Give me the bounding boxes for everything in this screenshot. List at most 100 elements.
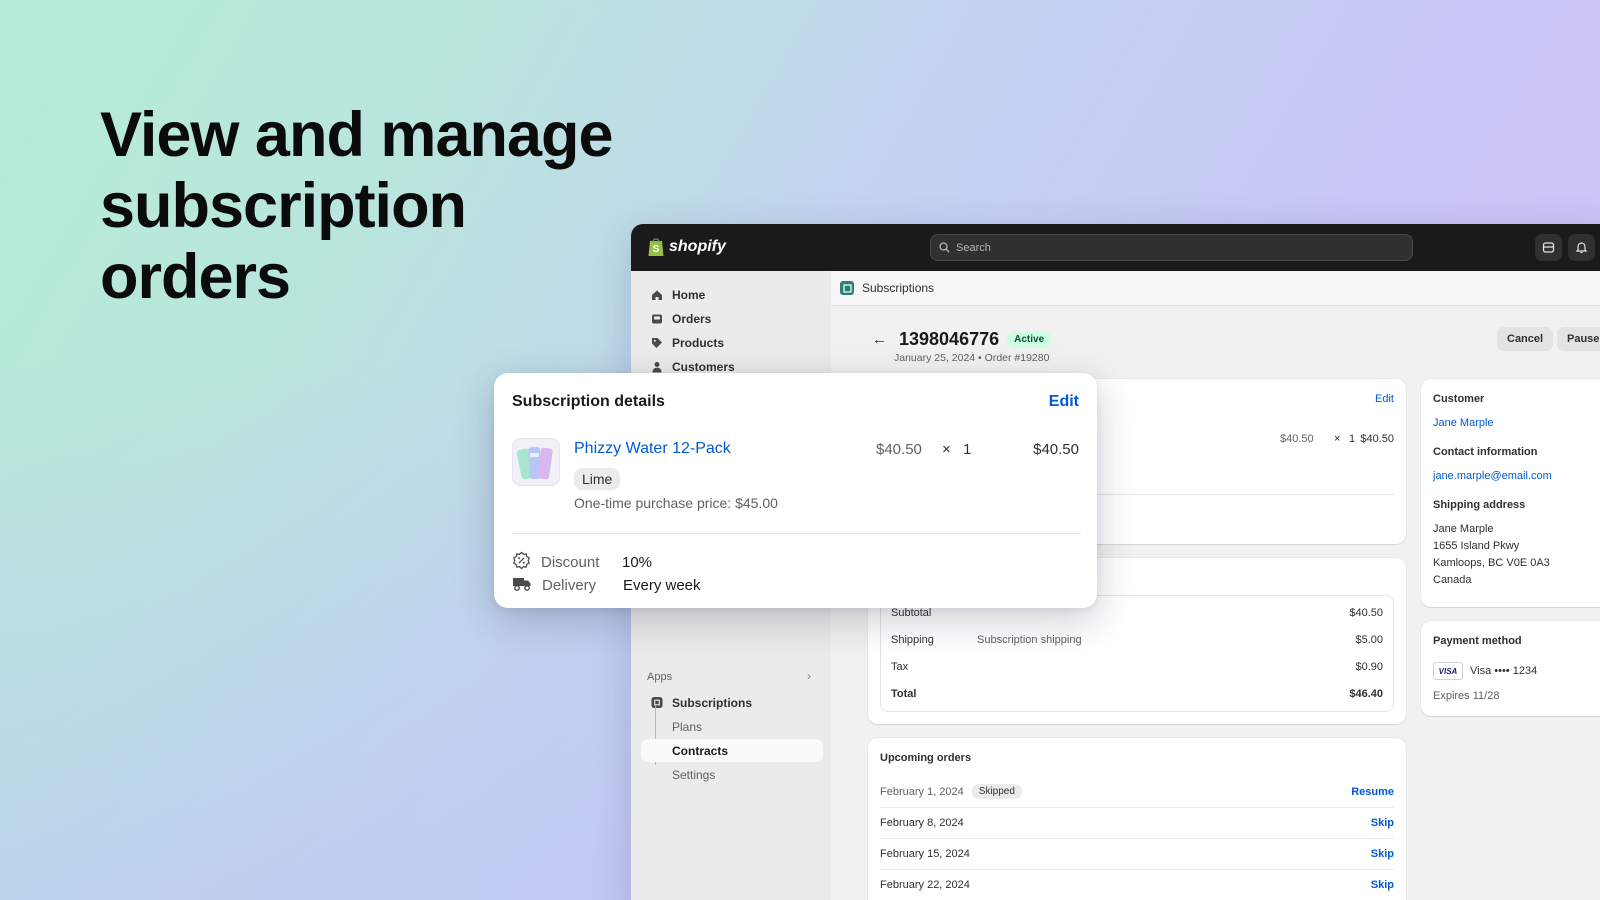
subscriptions-app-icon (840, 281, 854, 295)
subscriptions-app-icon (651, 696, 663, 709)
sidebar-item-label: Customers (672, 359, 735, 374)
unit-price: $40.50 (876, 441, 922, 458)
search-placeholder: Search (956, 241, 991, 254)
shopify-logo[interactable]: S shopify (647, 236, 726, 257)
upcoming-row: February 1, 2024 Skipped Resume (880, 776, 1394, 807)
payment-method-title: Payment method (1433, 635, 1522, 647)
brand-text: shopify (669, 237, 726, 255)
card-number: Visa •••• 1234 (1470, 665, 1538, 677)
line-qty: 1 (1349, 433, 1356, 445)
delivery-row: Delivery Every week (512, 575, 701, 596)
sidebar-item-label: Plans (672, 719, 703, 734)
tag-icon (651, 337, 663, 349)
address-line: Canada (1433, 574, 1472, 586)
edit-link[interactable]: Edit (1375, 393, 1394, 405)
summary-amount: $0.90 (1355, 661, 1383, 673)
sidebar-item-products[interactable]: Products (641, 331, 823, 354)
line-total: $40.50 (1360, 433, 1394, 445)
customer-name-link[interactable]: Jane Marple (1433, 417, 1494, 429)
one-time-price: One-time purchase price: $45.00 (574, 495, 778, 511)
upcoming-row: February 8, 2024 Skip (880, 807, 1394, 838)
product-name-link[interactable]: Phizzy Water 12-Pack (574, 440, 731, 458)
product-thumbnail[interactable] (512, 438, 560, 486)
inbox-icon (651, 313, 663, 325)
top-bar: S shopify Search (631, 224, 1600, 271)
payment-method-card: Payment method VISA Visa •••• 1234 Expir… (1421, 621, 1600, 716)
hero-headline: View and manage subscription orders (100, 100, 614, 312)
customer-card: Customer Jane Marple Contact information… (1421, 379, 1600, 607)
summary-label: Tax (891, 661, 909, 673)
discount-row: Discount 10% (512, 551, 652, 574)
skip-button[interactable]: Skip (1371, 817, 1394, 829)
summary-desc: Subscription shipping (977, 634, 1082, 646)
card-expiry: Expires 11/28 (1433, 690, 1500, 702)
delivery-truck-icon (512, 575, 532, 596)
summary-amount: $40.50 (1349, 607, 1383, 619)
line-price: $40.50 (1280, 433, 1314, 445)
visa-card-icon: VISA (1433, 662, 1463, 680)
address-line: Kamloops, BC V0E 0A3 (1433, 557, 1550, 569)
skip-button[interactable]: Skip (1371, 879, 1394, 891)
page-title: 1398046776 (899, 329, 1000, 349)
discount-label: Discount (541, 554, 600, 571)
upcoming-date: February 22, 2024 (880, 879, 970, 891)
sidebar-item-label: Subscriptions (672, 695, 753, 710)
summary-table: Subtotal $40.50 Shipping Subscription sh… (880, 595, 1394, 712)
back-arrow-icon[interactable]: ← (872, 331, 887, 348)
customer-label: Customer (1433, 393, 1485, 405)
discount-badge-icon (512, 551, 531, 574)
discount-value: 10% (622, 554, 653, 571)
sidebar-item-contracts[interactable]: Contracts (641, 739, 823, 762)
sidebar-item-subscriptions[interactable]: Subscriptions (641, 691, 823, 714)
shopify-bag-icon: S (648, 238, 664, 256)
page-title-row: ← 1398046776 Active (872, 329, 1052, 350)
notifications-button[interactable] (1568, 234, 1595, 261)
search-icon (939, 242, 950, 253)
sidebar-item-label: Products (672, 335, 725, 350)
chevron-right-icon[interactable]: › (807, 669, 811, 683)
popover-edit-link[interactable]: Edit (1049, 393, 1079, 411)
sidebar-item-home[interactable]: Home (641, 283, 823, 306)
breadcrumb: Subscriptions (831, 271, 1600, 306)
cancel-button[interactable]: Cancel (1497, 327, 1554, 351)
times-sign: × (942, 441, 951, 458)
summary-row-total: Total $46.40 (891, 688, 1383, 700)
line-total: $40.50 (1033, 441, 1079, 458)
store-button[interactable] (1535, 234, 1562, 261)
person-icon (651, 361, 663, 373)
subscription-details-popover: Subscription details Edit Phizzy Water 1… (494, 373, 1097, 608)
summary-row-subtotal: Subtotal $40.50 (891, 607, 1383, 619)
search-input[interactable]: Search (930, 234, 1413, 261)
svg-text:S: S (653, 244, 660, 255)
sidebar-item-orders[interactable]: Orders (641, 307, 823, 330)
divider (512, 533, 1081, 534)
resume-button[interactable]: Resume (1351, 786, 1394, 798)
sidebar-item-label: Orders (672, 311, 712, 326)
line-times: × (1334, 433, 1341, 445)
summary-label: Total (891, 688, 917, 700)
upcoming-row: February 22, 2024 Skip (880, 869, 1394, 900)
upcoming-row: February 15, 2024 Skip (880, 838, 1394, 869)
upcoming-date: February 15, 2024 (880, 848, 970, 860)
sidebar-item-settings[interactable]: Settings (641, 763, 823, 786)
summary-label: Subtotal (891, 607, 932, 619)
apps-section-label: Apps (647, 671, 673, 683)
summary-row-shipping: Shipping Subscription shipping $5.00 (891, 634, 1383, 646)
sidebar-item-label: Home (672, 287, 706, 302)
store-icon (1542, 242, 1555, 253)
summary-row-tax: Tax $0.90 (891, 661, 1383, 673)
sidebar-item-plans[interactable]: Plans (641, 715, 823, 738)
skip-button[interactable]: Skip (1371, 848, 1394, 860)
sidebar-item-label: Contracts (672, 743, 729, 758)
skipped-badge: Skipped (971, 784, 1022, 799)
address-line: 1655 Island Pkwy (1433, 540, 1520, 552)
address-line: Jane Marple (1433, 523, 1494, 535)
shipping-label: Shipping address (1433, 499, 1526, 511)
popover-title: Subscription details (512, 393, 665, 410)
email-link[interactable]: jane.marple@email.com (1433, 470, 1552, 482)
pause-button[interactable]: Pause (1557, 327, 1600, 351)
breadcrumb-label[interactable]: Subscriptions (862, 281, 934, 295)
contact-label: Contact information (1433, 446, 1538, 458)
order-subtitle: January 25, 2024 • Order #19280 (894, 352, 1050, 364)
variant-badge: Lime (574, 468, 621, 490)
